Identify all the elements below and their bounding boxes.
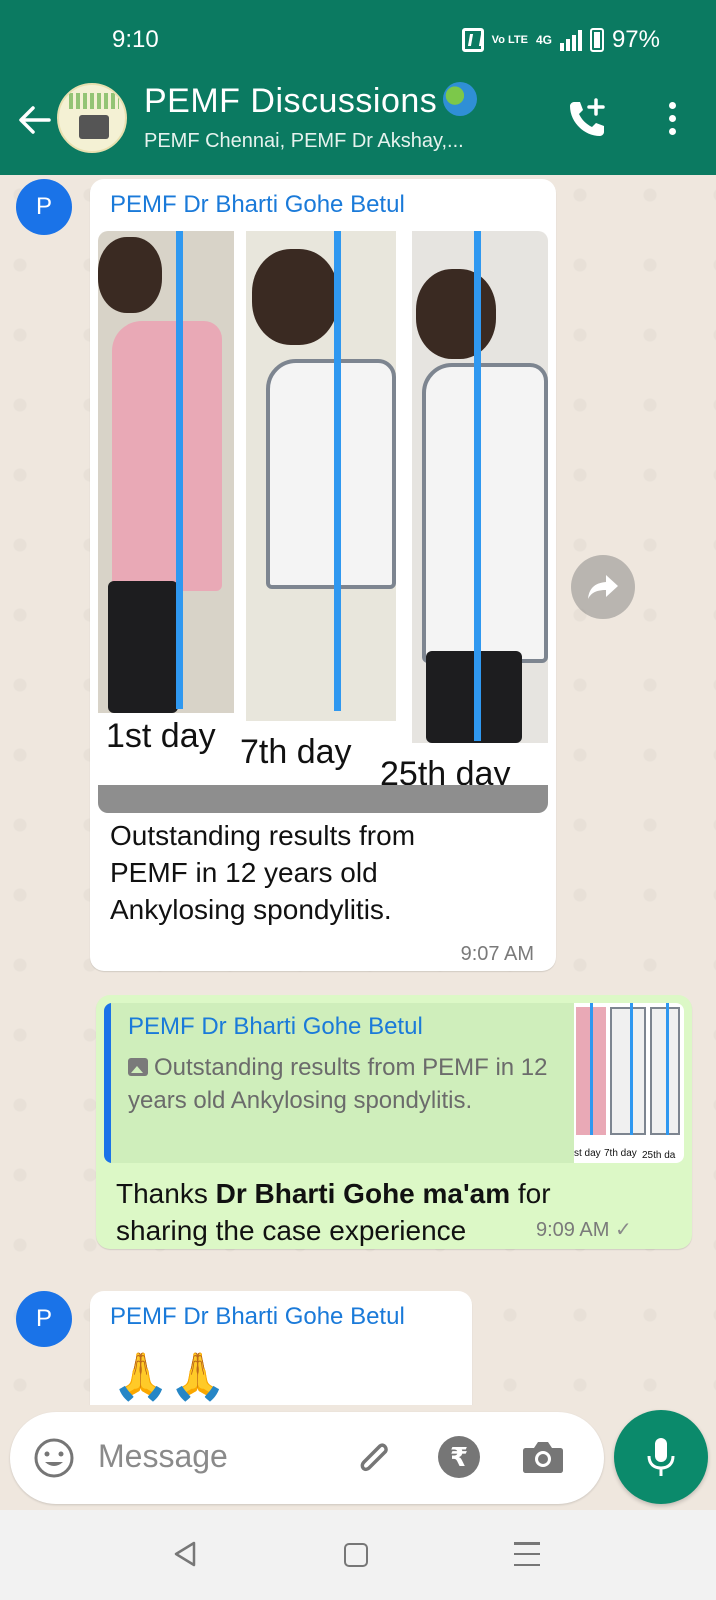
- forward-button[interactable]: [571, 555, 635, 619]
- nav-menu-line: [514, 1542, 540, 1545]
- battery-level: 97%: [611, 26, 660, 53]
- thumb-panel: [610, 1007, 646, 1135]
- message-line: Ankylosing spondylitis.: [110, 894, 392, 925]
- sender-name[interactable]: PEMF Dr Bharti Gohe Betul: [110, 191, 405, 219]
- overflow-menu-button[interactable]: [660, 96, 684, 140]
- group-title[interactable]: PEMF Discussions: [144, 82, 478, 121]
- quoted-text-content: Outstanding results from PEMF in 12 year…: [128, 1054, 548, 1114]
- thumb-panel: [650, 1007, 680, 1135]
- before-after-photo[interactable]: 1st day 7th day 25th day: [98, 231, 548, 813]
- quote-accent-bar: [104, 1003, 111, 1163]
- message-time: 9:07 AM: [460, 943, 534, 965]
- person-pants: [108, 581, 178, 713]
- signal-icon: [559, 29, 582, 51]
- message-text: Outstanding results from PEMF in 12 year…: [110, 817, 415, 928]
- back-button[interactable]: [14, 100, 54, 140]
- top-bar: 9:10 Vo LTE 4G 97% PEMF Discussions PEMF…: [0, 0, 716, 175]
- person-shirt: [422, 363, 548, 663]
- add-call-button[interactable]: [566, 96, 610, 140]
- status-icons: Vo LTE 4G 97%: [461, 26, 660, 54]
- posture-line: [334, 231, 341, 711]
- text-bold: Dr Bharti Gohe ma'am: [215, 1178, 511, 1209]
- thumb-label: 25th da: [642, 1150, 676, 1161]
- dot-icon: [668, 127, 676, 135]
- person-shirt: [112, 321, 222, 591]
- photo-panel-day7: [246, 231, 396, 721]
- back-arrow-icon: [19, 106, 51, 134]
- avatar-device-image: [79, 115, 109, 139]
- photo-panel-day1: [98, 231, 234, 713]
- battery-icon: [589, 28, 604, 52]
- message-time-text: 9:09 AM: [536, 1219, 610, 1241]
- phone-plus-icon: [570, 98, 605, 136]
- person-head: [252, 249, 338, 345]
- dot-icon: [668, 114, 676, 122]
- photo-caption-strip: [98, 785, 548, 813]
- person-head: [98, 237, 162, 313]
- label-day7: 7th day: [240, 733, 352, 771]
- forward-icon: [588, 575, 618, 599]
- message-line: Thanks Dr Bharti Gohe ma'am for: [116, 1175, 676, 1212]
- pray-emoji: 🙏🙏: [112, 1350, 227, 1402]
- message-time: 9:09 AM ✓: [536, 1217, 632, 1242]
- message-line: PEMF in 12 years old: [110, 857, 378, 888]
- quoted-text: Outstanding results from PEMF in 12 year…: [128, 1051, 548, 1117]
- sender-avatar[interactable]: P: [16, 1291, 72, 1347]
- thumb-line: [590, 1003, 593, 1135]
- network-type: 4G: [535, 33, 552, 47]
- text-segment: Thanks: [116, 1178, 216, 1209]
- camera-icon[interactable]: [520, 1436, 566, 1478]
- system-nav-bar: [0, 1510, 716, 1600]
- sender-name[interactable]: PEMF Dr Bharti Gohe Betul: [110, 1303, 405, 1331]
- thumb-label: st day: [574, 1148, 601, 1159]
- thumb-line: [630, 1003, 633, 1135]
- attach-icon[interactable]: [350, 1434, 396, 1480]
- message-composer[interactable]: Message ₹: [10, 1412, 604, 1504]
- incoming-message[interactable]: PEMF Dr Bharti Gohe Betul 🙏🙏: [90, 1291, 472, 1405]
- chat-header: PEMF Discussions PEMF Chennai, PEMF Dr A…: [0, 80, 716, 175]
- nav-menu-line: [514, 1552, 540, 1556]
- incoming-message[interactable]: PEMF Dr Bharti Gohe Betul 1st day 7th da…: [90, 179, 556, 971]
- status-bar: 9:10 Vo LTE 4G 97%: [0, 0, 716, 80]
- label-day1: 1st day: [106, 717, 216, 755]
- quoted-thumbnail: st day 7th day 25th da: [574, 1003, 684, 1163]
- group-avatar[interactable]: [57, 83, 127, 153]
- nav-home-icon[interactable]: [344, 1543, 368, 1567]
- person-head: [416, 269, 496, 359]
- voice-record-button[interactable]: [614, 1410, 708, 1504]
- text-segment: for: [510, 1178, 551, 1209]
- image-icon: [128, 1058, 148, 1076]
- avatar-logo-text: [69, 93, 119, 109]
- status-time: 9:10: [112, 26, 159, 53]
- message-input[interactable]: Message: [98, 1438, 228, 1475]
- posture-line: [176, 231, 183, 709]
- photo-panel-day25: [412, 231, 548, 743]
- mic-icon: [647, 1438, 675, 1476]
- thumb-label: 7th day: [604, 1148, 637, 1159]
- nav-menu-line: [514, 1563, 540, 1566]
- globe-icon: [443, 82, 478, 116]
- group-members[interactable]: PEMF Chennai, PEMF Dr Akshay,...: [144, 130, 464, 153]
- outgoing-message[interactable]: PEMF Dr Bharti Gohe Betul Outstanding re…: [96, 995, 692, 1249]
- quoted-sender: PEMF Dr Bharti Gohe Betul: [128, 1013, 423, 1040]
- nav-recents-icon[interactable]: [514, 1542, 540, 1566]
- posture-line: [474, 231, 481, 741]
- thumb-line: [666, 1003, 669, 1135]
- quoted-message[interactable]: PEMF Dr Bharti Gohe Betul Outstanding re…: [104, 1003, 684, 1163]
- group-title-text: PEMF Discussions: [144, 82, 438, 120]
- sender-avatar[interactable]: P: [16, 179, 72, 235]
- chat-area[interactable]: P PEMF Dr Bharti Gohe Betul 1st day 7th …: [0, 175, 716, 1405]
- message-line: Outstanding results from: [110, 820, 416, 851]
- payment-button[interactable]: ₹: [438, 1436, 480, 1478]
- emoji-icon[interactable]: [32, 1436, 76, 1480]
- sent-check-icon: ✓: [614, 1219, 632, 1241]
- nfc-icon: [461, 28, 484, 52]
- volte-icon: Vo LTE: [491, 33, 528, 46]
- dot-icon: [668, 101, 676, 109]
- person-shirt: [266, 359, 396, 589]
- nav-back-icon[interactable]: [172, 1540, 198, 1568]
